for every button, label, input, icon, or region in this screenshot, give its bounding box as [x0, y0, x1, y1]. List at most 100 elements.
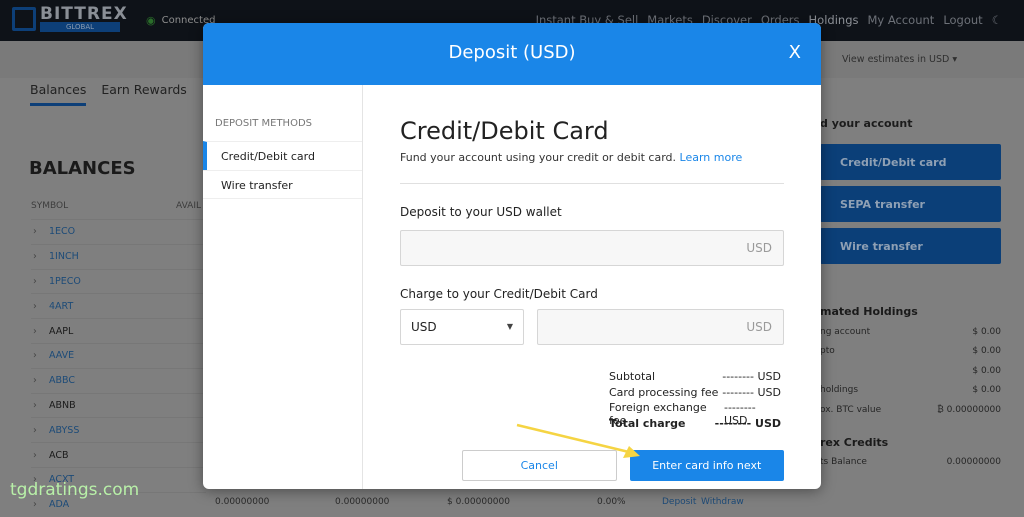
ada-available: 0.00000000 [335, 497, 390, 507]
holdings-title: mated Holdings [820, 305, 918, 318]
modal-title: Deposit (USD) [448, 42, 576, 63]
fee-label: Card processing fee [609, 385, 719, 399]
table-row[interactable]: › 1ECO [31, 219, 206, 244]
holdings-row: pto $ 0.00 [820, 342, 1001, 362]
fee-row: Card processing fee -------- USD [609, 386, 781, 402]
form-heading: Credit/Debit Card [400, 117, 609, 145]
logo-mark-icon [12, 7, 36, 31]
symbol[interactable]: 1INCH [49, 251, 79, 262]
ada-usd: $ 0.00000000 [447, 497, 510, 507]
learn-more-link[interactable]: Learn more [680, 151, 743, 164]
balances-tabs: Balances Earn Rewards D [30, 82, 211, 106]
tab-earn-rewards[interactable]: Earn Rewards [101, 82, 186, 106]
holdings-value: ₿ 0.00000000 [937, 405, 1001, 416]
moon-icon[interactable]: ☾ [992, 13, 1002, 27]
symbol: ABNB [49, 399, 76, 411]
table-row[interactable]: › ACB [31, 442, 206, 467]
chevron-right-icon[interactable]: › [31, 350, 49, 361]
credits-value: 0.00000000 [946, 457, 1001, 468]
table-row[interactable]: › AAPL [31, 318, 206, 343]
fund-wire-button[interactable]: Wire transfer [820, 228, 1001, 264]
symbol[interactable]: ADA [49, 499, 69, 510]
close-icon[interactable]: X [789, 42, 801, 63]
nav-my-account[interactable]: My Account [867, 13, 934, 27]
ada-withdraw-link[interactable]: Withdraw [701, 497, 744, 507]
charge-amount-input[interactable]: USD [537, 309, 784, 345]
balances-table: › 1ECO › 1INCH › 1PECO › 4ART › AAPL › AAVE › ABBC › AB… [31, 219, 206, 517]
chevron-right-icon[interactable]: › [31, 276, 49, 287]
holdings-label: ox. BTC value [820, 404, 882, 415]
holdings-row: ox. BTC value ₿ 0.00000000 [820, 400, 1001, 420]
fee-row: Foreign exchange fee -------- USD [609, 401, 781, 427]
fund-title: d your account [820, 117, 913, 130]
chevron-right-icon[interactable]: › [31, 301, 49, 312]
chevron-right-icon[interactable]: › [31, 425, 49, 436]
nav-logout[interactable]: Logout [943, 13, 982, 27]
deposit-methods: DEPOSIT METHODS Credit/Debit card Wire t… [203, 85, 363, 489]
ada-total: 0.00000000 [215, 497, 270, 507]
table-row[interactable]: › ABBC [31, 367, 206, 393]
methods-label: DEPOSIT METHODS [215, 118, 312, 129]
deposit-modal: Deposit (USD) X DEPOSIT METHODS Credit/D… [203, 23, 821, 489]
annotation-arrow-icon [516, 423, 640, 458]
table-row[interactable]: › 1PECO [31, 268, 206, 294]
table-row[interactable]: › ABNB [31, 392, 206, 418]
fee-value: -------- USD [714, 416, 781, 430]
table-header: SYMBOL AVAIL [31, 201, 211, 211]
subtitle-text: Fund your account using your credit or d… [400, 151, 677, 164]
method-credit-debit[interactable]: Credit/Debit card [203, 141, 362, 170]
balances-title: BALANCES [29, 158, 136, 179]
table-row[interactable]: › ABYSS [31, 417, 206, 442]
table-row[interactable]: › 4ART [31, 293, 206, 318]
table-row[interactable]: › 1INCH [31, 243, 206, 269]
ada-deposit-link[interactable]: Deposit [662, 497, 696, 507]
watermark: tgdratings.com [10, 480, 140, 500]
holdings-label: ng account [820, 326, 871, 337]
chevron-right-icon[interactable]: › [31, 326, 49, 337]
credits-title: rex Credits [820, 435, 889, 449]
ada-change: 0.00% [597, 497, 626, 507]
symbol[interactable]: 1ECO [49, 226, 75, 237]
table-row[interactable]: › AAVE [31, 342, 206, 368]
holdings-label: holdings [820, 385, 859, 396]
fee-value: -------- USD [722, 370, 781, 383]
chevron-right-icon[interactable]: › [31, 499, 49, 510]
method-wire-transfer[interactable]: Wire transfer [203, 170, 362, 199]
bittrex-logo[interactable]: BITTREX GLOBAL [12, 6, 128, 32]
caret-down-icon: ▼ [506, 322, 513, 331]
symbol[interactable]: ABYSS [49, 425, 79, 436]
symbol[interactable]: AAVE [49, 350, 74, 361]
estimated-holdings: mated Holdings ng account $ 0.00 pto $ 0.00… [820, 305, 1001, 472]
holdings-value: $ 0.00 [972, 385, 1001, 396]
chevron-right-icon[interactable]: › [31, 251, 49, 262]
credits-label: ts Balance [820, 457, 867, 468]
chevron-right-icon[interactable]: › [31, 450, 49, 461]
holdings-value: $ 0.00 [972, 346, 1001, 357]
credits-row: ts Balance 0.00000000 [820, 453, 1001, 473]
symbol[interactable]: ABBC [49, 375, 75, 386]
form-subtitle: Fund your account using your credit or d… [400, 151, 784, 164]
enter-card-info-button[interactable]: Enter card info next [629, 450, 784, 481]
currency-select[interactable]: USD ▼ [400, 309, 524, 345]
estimates-currency-select[interactable]: View estimates in USD ▾ [842, 54, 957, 65]
fee-value: -------- USD [723, 401, 756, 427]
chevron-right-icon[interactable]: › [31, 226, 49, 237]
chevron-right-icon[interactable]: › [31, 400, 49, 411]
tab-balances[interactable]: Balances [30, 82, 87, 106]
holdings-label: pto [820, 346, 835, 357]
fee-label: Foreign exchange fee [609, 401, 707, 427]
deposit-amount-input[interactable]: USD [400, 230, 784, 266]
holdings-row: holdings $ 0.00 [820, 381, 1001, 401]
col-symbol[interactable]: SYMBOL [31, 201, 68, 211]
symbol[interactable]: 1PECO [49, 276, 81, 287]
col-available[interactable]: AVAIL [176, 201, 201, 211]
chevron-right-icon[interactable]: › [31, 375, 49, 386]
brand-name: BITTREX [40, 4, 128, 24]
holdings-value: $ 0.00 [972, 365, 1001, 376]
fund-account-panel: d your account Credit/Debit card SEPA tr… [820, 117, 1001, 270]
wifi-icon: ◉ [146, 14, 156, 27]
fund-sepa-button[interactable]: SEPA transfer [820, 186, 1001, 222]
fee-value: -------- USD [722, 385, 781, 399]
symbol[interactable]: 4ART [49, 301, 73, 312]
fund-credit-card-button[interactable]: Credit/Debit card [820, 144, 1001, 180]
